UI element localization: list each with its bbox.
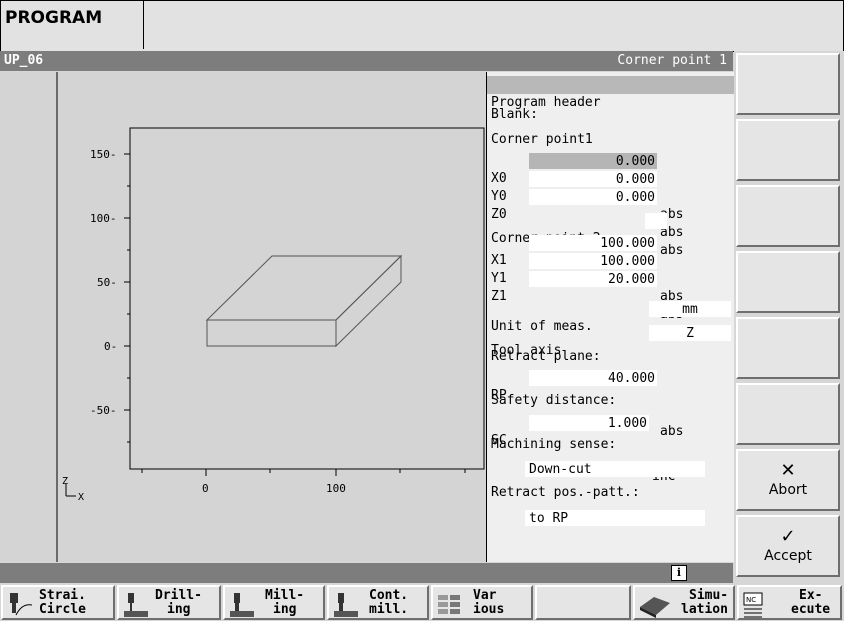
- simulation-button[interactable]: Simu- lation: [633, 585, 735, 620]
- tool-axis-select[interactable]: Z: [649, 325, 731, 341]
- y1-row: Y1 100.000 abs: [487, 252, 734, 322]
- retract-pattern-label: Retract pos.-patt.:: [491, 485, 640, 500]
- drilling-button[interactable]: Drill- ing: [117, 585, 221, 620]
- softkey-label-line2: Circle: [39, 602, 86, 617]
- various-button[interactable]: Var ious: [431, 585, 533, 620]
- safety-distance-label: Safety distance:: [491, 393, 617, 408]
- various-icon: [438, 595, 460, 614]
- softkey-label-line2: ing: [273, 602, 297, 617]
- softkey-label-line1: Simu-: [689, 588, 729, 603]
- z0-field[interactable]: 0.000: [529, 189, 657, 205]
- softkey-label-line1: Mill-: [265, 588, 305, 603]
- workpiece-graphic: 150- 100- 50- 0- -50- 0 100 Z X: [56, 72, 485, 562]
- corner1-label: Corner point1: [491, 132, 593, 147]
- program-name: UP_06: [4, 53, 44, 68]
- rp-field[interactable]: 40.000: [529, 370, 657, 386]
- vertical-softkey-6[interactable]: [736, 383, 840, 445]
- x1-row: X1 100.000 abs: [487, 234, 734, 304]
- accept-label: Accept: [764, 548, 812, 564]
- softkey-label-line2: lation: [681, 602, 728, 617]
- x1-field[interactable]: 100.000: [529, 235, 657, 251]
- vertical-softkey-1[interactable]: [736, 53, 840, 115]
- z1-field[interactable]: 20.000: [529, 271, 657, 287]
- y0-row: Y0 0.000 abs: [487, 170, 734, 240]
- axis-label-x: X: [78, 492, 84, 503]
- app-title: PROGRAM: [1, 1, 144, 49]
- graphic-view: 150- 100- 50- 0- -50- 0 100 Z X: [0, 72, 485, 562]
- softkey-label-line2: ecute: [791, 602, 831, 617]
- y-tick-0: 0-: [104, 340, 117, 353]
- softkey-label-line1: Ex-: [799, 588, 823, 603]
- nc-execute-icon: NC: [743, 592, 763, 618]
- cnc-screen: PROGRAM UP_06 Corner point 1 150- 100- 5…: [0, 0, 844, 621]
- sc-field[interactable]: 1.000: [529, 415, 649, 431]
- tool-icon: [10, 593, 33, 616]
- simulation-icon: [640, 597, 670, 618]
- x-tick-100: 100: [326, 482, 346, 495]
- softkey-label-line1: Var: [473, 588, 497, 603]
- y0-field[interactable]: 0.000: [529, 171, 657, 187]
- unit-meas-row: Unit of meas. mm: [487, 300, 734, 334]
- vertical-softkey-4[interactable]: [736, 251, 840, 313]
- vertical-softkey-3[interactable]: [736, 185, 840, 247]
- accept-check-icon: ✓: [780, 526, 796, 547]
- axis-label-z: Z: [62, 476, 68, 487]
- drill-icon: [124, 593, 148, 617]
- y-tick-100: 100-: [90, 212, 117, 225]
- parameter-panel: Program header Blank: Corner point1 X0 0…: [486, 72, 734, 562]
- contour-mill-icon: [334, 593, 358, 617]
- x0-row: X0 0.000 abs: [487, 152, 734, 222]
- contour-milling-button[interactable]: Cont. mill.: [327, 585, 429, 620]
- machining-sense-select[interactable]: Down-cut: [525, 461, 705, 477]
- title-bar: PROGRAM: [0, 0, 844, 52]
- y-tick-150: 150-: [90, 148, 117, 161]
- vertical-softkey-bar: ✕ Abort ✓ Accept: [734, 51, 844, 583]
- z1-row: Z1 20.000 abs: [487, 270, 734, 340]
- z0-row: Z0 0.000 abs: [487, 188, 734, 258]
- softkey-label-line1: Drill-: [155, 588, 202, 603]
- abort-button[interactable]: ✕ Abort: [736, 449, 840, 511]
- tool-axis-row: Tool axis Z: [487, 324, 734, 358]
- abort-x-icon: ✕: [780, 460, 796, 481]
- y-tick-neg50: -50-: [90, 404, 117, 417]
- vertical-softkey-5[interactable]: [736, 317, 840, 379]
- accept-button[interactable]: ✓ Accept: [736, 515, 840, 577]
- x-tick-0: 0: [202, 482, 209, 495]
- context-label: Corner point 1: [617, 53, 727, 68]
- rp-row: RP 40.000 abs: [487, 369, 734, 439]
- status-bar: i: [0, 563, 733, 583]
- milling-button[interactable]: Mill- ing: [223, 585, 325, 620]
- mill-icon: [230, 593, 254, 617]
- abort-label: Abort: [768, 482, 808, 498]
- empty-softkey[interactable]: [535, 585, 631, 620]
- horizontal-softkey-bar: Strai. Circle Drill- ing Mill- ing Cont.…: [0, 584, 844, 621]
- y-tick-50: 50-: [97, 276, 117, 289]
- softkey-label-line2: ious: [473, 602, 505, 617]
- x0-field[interactable]: 0.000: [529, 153, 657, 169]
- retract-pattern-select[interactable]: to RP: [525, 510, 705, 526]
- svg-text:NC: NC: [746, 596, 756, 604]
- info-icon[interactable]: i: [671, 565, 687, 581]
- corner2-blank-field: [645, 213, 667, 229]
- softkey-label-line1: Strai.: [39, 588, 86, 603]
- machining-sense-label: Machining sense:: [491, 437, 617, 452]
- y1-field[interactable]: 100.000: [529, 253, 657, 269]
- program-header: Program header: [487, 76, 734, 110]
- vertical-softkey-2[interactable]: [736, 119, 840, 181]
- unit-meas-select[interactable]: mm: [649, 301, 731, 317]
- softkey-label-line2: ing: [167, 602, 191, 617]
- header-bar: UP_06 Corner point 1: [0, 51, 733, 71]
- retract-plane-label: Retract plane:: [491, 349, 601, 364]
- softkey-label-line1: Cont.: [369, 588, 409, 603]
- blank-label: Blank:: [491, 107, 538, 122]
- softkey-label-line2: mill.: [369, 602, 409, 617]
- straight-circle-button[interactable]: Strai. Circle: [1, 585, 115, 620]
- sc-row: SC 1.000 inc: [487, 414, 734, 484]
- execute-button[interactable]: NC Ex- ecute: [737, 585, 842, 620]
